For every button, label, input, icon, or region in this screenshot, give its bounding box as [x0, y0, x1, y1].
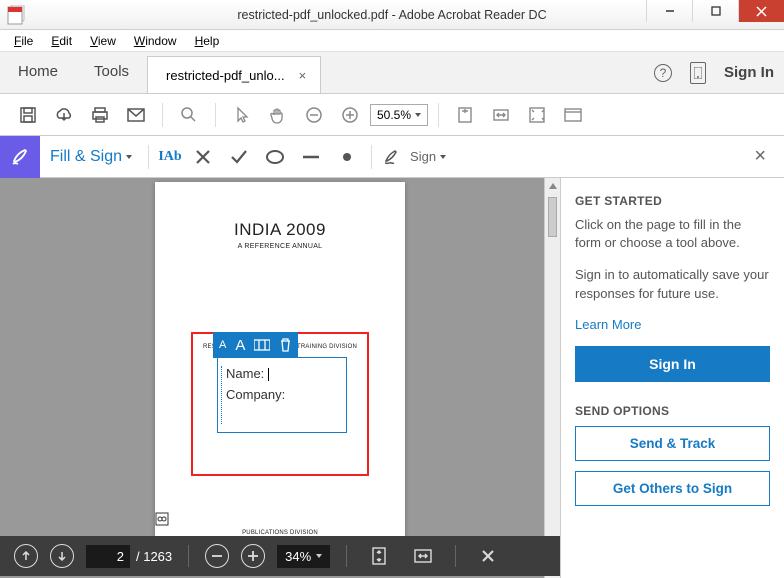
- main-toolbar: 50.5%: [0, 94, 784, 136]
- fit-width-nav-icon[interactable]: [407, 540, 439, 572]
- sign-in-button[interactable]: Sign In: [575, 346, 770, 382]
- search-icon[interactable]: [173, 99, 205, 131]
- send-track-button[interactable]: Send & Track: [575, 426, 770, 461]
- zoom-in-icon[interactable]: [334, 99, 366, 131]
- dot-tool[interactable]: [329, 141, 365, 173]
- side-panel: GET STARTED Click on the page to fill in…: [560, 178, 784, 578]
- fill-sign-dropdown[interactable]: Fill & Sign: [40, 148, 142, 166]
- app-icon: [6, 5, 26, 25]
- cloud-icon[interactable]: [48, 99, 80, 131]
- page-up-icon[interactable]: [14, 544, 38, 568]
- page-number-input[interactable]: [86, 545, 130, 568]
- minimize-button[interactable]: [646, 0, 692, 22]
- email-icon[interactable]: [120, 99, 152, 131]
- scroll-up-icon[interactable]: [545, 178, 560, 194]
- get-started-heading: GET STARTED: [575, 194, 770, 208]
- mobile-icon[interactable]: [690, 62, 706, 84]
- doc-tab-close-icon[interactable]: ×: [299, 68, 307, 83]
- hand-icon[interactable]: [262, 99, 294, 131]
- fit-width-icon[interactable]: [485, 99, 517, 131]
- text-input-box[interactable]: Name: Company:: [217, 357, 347, 433]
- page-down-icon[interactable]: [50, 544, 74, 568]
- help-icon[interactable]: ?: [654, 64, 672, 82]
- page-subheading: A REFERENCE ANNUAL: [155, 243, 405, 250]
- close-button[interactable]: [738, 0, 784, 22]
- zoom-in-nav-icon[interactable]: [241, 544, 265, 568]
- doc-tab-label: restricted-pdf_unlo...: [166, 68, 285, 83]
- vertical-scrollbar[interactable]: [544, 178, 560, 578]
- line-tool[interactable]: [293, 141, 329, 173]
- caret-down-icon: [316, 554, 322, 558]
- print-icon[interactable]: [84, 99, 116, 131]
- comb-field-icon[interactable]: [254, 339, 270, 351]
- sign-in-link[interactable]: Sign In: [724, 64, 774, 81]
- menu-window[interactable]: Window: [126, 32, 185, 50]
- checkmark-tool[interactable]: [221, 141, 257, 173]
- close-nav-icon[interactable]: [472, 540, 504, 572]
- save-icon[interactable]: [12, 99, 44, 131]
- close-panel-icon[interactable]: ×: [754, 145, 766, 168]
- zoom-out-nav-icon[interactable]: [205, 544, 229, 568]
- text-size-large-icon[interactable]: A: [235, 337, 245, 354]
- menu-edit[interactable]: Edit: [43, 32, 80, 50]
- signature-tool[interactable]: Sign: [378, 141, 450, 173]
- pdf-page[interactable]: INDIA 2009 A REFERENCE ANNUAL Compiled b…: [155, 182, 405, 562]
- window-title: restricted-pdf_unlocked.pdf - Adobe Acro…: [237, 8, 546, 22]
- zoom-level[interactable]: 34%: [277, 545, 330, 568]
- fill-sign-bar: Fill & Sign IAb Sign ×: [0, 136, 784, 178]
- get-others-sign-button[interactable]: Get Others to Sign: [575, 471, 770, 506]
- menu-help[interactable]: Help: [187, 32, 228, 50]
- scroll-thumb[interactable]: [548, 197, 557, 237]
- caret-down-icon: [415, 113, 421, 117]
- text-field-toolbar: A A: [213, 332, 298, 358]
- page-total: / 1263: [136, 549, 172, 564]
- fill-sign-app-icon: [0, 136, 40, 178]
- caret-down-icon: [440, 155, 446, 159]
- caret-down-icon: [126, 155, 132, 159]
- read-mode-icon[interactable]: [557, 99, 589, 131]
- nav-home[interactable]: Home: [0, 52, 76, 93]
- fit-page-icon[interactable]: [449, 99, 481, 131]
- circle-tool[interactable]: [257, 141, 293, 173]
- nav-tools[interactable]: Tools: [76, 52, 147, 93]
- crossmark-tool[interactable]: [185, 141, 221, 173]
- page-navigation-bar: / 1263 34%: [0, 536, 560, 576]
- add-text-tool[interactable]: IAb: [155, 149, 185, 165]
- fit-screen-icon[interactable]: [521, 99, 553, 131]
- fit-page-nav-icon[interactable]: [363, 540, 395, 572]
- menu-view[interactable]: View: [82, 32, 124, 50]
- title-bar: restricted-pdf_unlocked.pdf - Adobe Acro…: [0, 0, 784, 30]
- document-pane[interactable]: INDIA 2009 A REFERENCE ANNUAL Compiled b…: [0, 178, 560, 578]
- menu-file[interactable]: File: [6, 32, 41, 50]
- learn-more-link[interactable]: Learn More: [575, 317, 641, 332]
- publisher-logo: [155, 512, 405, 526]
- send-options-heading: SEND OPTIONS: [575, 404, 770, 418]
- zoom-out-icon[interactable]: [298, 99, 330, 131]
- tabs-bar: Home Tools restricted-pdf_unlo... × ? Si…: [0, 52, 784, 94]
- delete-icon[interactable]: [279, 338, 292, 352]
- maximize-button[interactable]: [692, 0, 738, 22]
- doc-tab[interactable]: restricted-pdf_unlo... ×: [147, 56, 321, 93]
- zoom-value[interactable]: 50.5%: [370, 104, 428, 126]
- get-started-text-1: Click on the page to fill in the form or…: [575, 216, 770, 252]
- get-started-text-2: Sign in to automatically save your respo…: [575, 266, 770, 302]
- menu-bar: File Edit View Window Help: [0, 30, 784, 52]
- text-size-small-icon[interactable]: A: [219, 339, 226, 351]
- cursor-icon[interactable]: [226, 99, 258, 131]
- page-heading: INDIA 2009: [155, 220, 405, 240]
